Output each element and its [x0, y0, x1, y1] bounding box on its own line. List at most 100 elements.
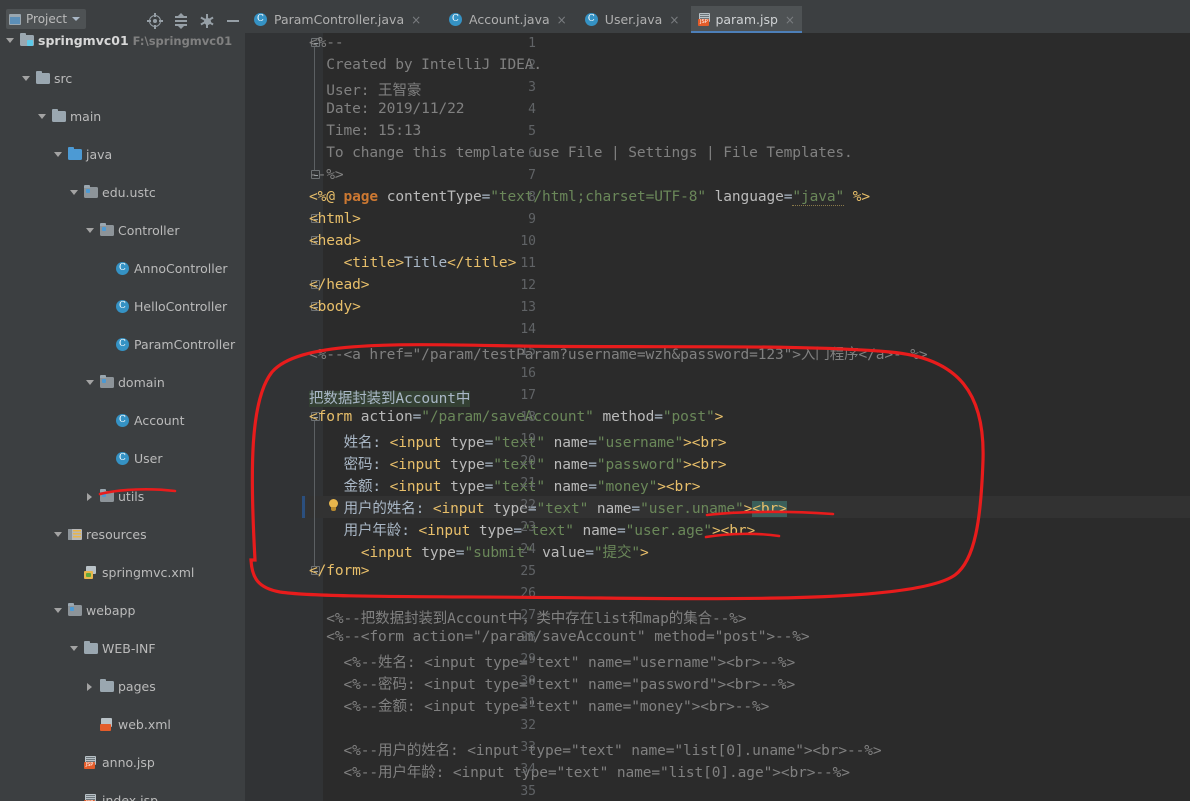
- package-icon: [84, 183, 99, 202]
- tree-item-paramcontroller[interactable]: C ParamController: [0, 335, 245, 354]
- editor-tabstrip[interactable]: C ParamController.java × C Account.java × C Use…: [245, 6, 1190, 33]
- line-number: 5: [528, 124, 536, 139]
- line-number: 4: [528, 102, 536, 117]
- tree-item-label: springmvc.xml: [102, 565, 195, 580]
- tree-item-hellocontroller[interactable]: C HelloController: [0, 297, 245, 316]
- line-number: 22: [520, 498, 536, 513]
- editor-tab-label: User.java: [604, 12, 663, 27]
- editor-tab-label: Account.java: [469, 12, 550, 27]
- tree-item-springmvc01[interactable]: springmvc01 F:\springmvc01: [0, 31, 245, 50]
- tree-item-label: web.xml: [118, 717, 171, 732]
- line-number: 6: [528, 146, 536, 161]
- chevron-down-icon[interactable]: [72, 17, 81, 21]
- chevron-right-icon[interactable]: [86, 487, 96, 506]
- line-number: 8: [528, 190, 536, 205]
- chevron-right-icon[interactable]: [86, 677, 96, 696]
- tree-item-label: HelloController: [134, 299, 228, 314]
- tree-item-webapp[interactable]: webapp: [0, 601, 245, 620]
- chevron-down-icon[interactable]: [86, 373, 96, 392]
- tree-item-index-jsp[interactable]: JSPindex.jsp: [0, 791, 245, 801]
- tree-item-domain[interactable]: domain: [0, 373, 245, 392]
- tree-item-label: pages: [118, 679, 156, 694]
- tree-item-web-inf[interactable]: WEB-INF: [0, 639, 245, 658]
- editor-tab-account-java[interactable]: C Account.java ×: [442, 6, 575, 33]
- editor-tab-user-java[interactable]: C User.java ×: [578, 6, 689, 33]
- tree-item-resources[interactable]: resources: [0, 525, 245, 544]
- tree-item-user[interactable]: C User: [0, 449, 245, 468]
- line-number: 19: [520, 432, 536, 447]
- tree-item-label: index.jsp: [102, 793, 159, 801]
- close-icon[interactable]: ×: [557, 14, 567, 26]
- tree-item-label: Controller: [118, 223, 180, 238]
- code-line: <input type="submit" value="提交">: [360, 545, 649, 561]
- chevron-down-icon[interactable]: [54, 525, 64, 544]
- editor-area: C ParamController.java × C Account.java × C Use…: [245, 0, 1190, 801]
- line-number: 30: [520, 674, 536, 689]
- line-number: 25: [520, 564, 536, 579]
- line-number: 14: [520, 322, 536, 337]
- folder-icon: [52, 107, 67, 126]
- line-number: 23: [520, 520, 536, 535]
- line-number: 31: [520, 696, 536, 711]
- tree-item-springmvc-xml[interactable]: springmvc.xml: [0, 563, 245, 582]
- tree-item-account[interactable]: C Account: [0, 411, 245, 430]
- tree-item-edu-ustc[interactable]: edu.ustc: [0, 183, 245, 202]
- code-line: <%--: [309, 35, 344, 51]
- line-number: 1: [528, 36, 536, 51]
- line-number: 27: [520, 608, 536, 623]
- close-icon[interactable]: ×: [785, 14, 795, 26]
- tree-item-utils[interactable]: utils: [0, 487, 245, 506]
- code-line: <%--<form action="/param/saveAccount" me…: [309, 629, 810, 645]
- line-number: 11: [520, 256, 536, 271]
- project-panel: Project springmvc01 F:\springmvc01 src m…: [0, 0, 245, 801]
- locate-icon[interactable]: [147, 13, 163, 29]
- code-line: <%--金额: <input type="text" name="money">…: [309, 699, 770, 715]
- line-number: 15: [520, 344, 536, 359]
- line-number: 28: [520, 630, 536, 645]
- java-class-icon: C: [116, 259, 131, 278]
- chevron-down-icon[interactable]: [70, 183, 80, 202]
- chevron-down-icon[interactable]: [70, 639, 80, 658]
- xml-icon: [100, 715, 115, 734]
- editor-tab-paramcontroller-java[interactable]: C ParamController.java ×: [247, 6, 439, 33]
- minimize-icon[interactable]: [225, 13, 241, 29]
- chevron-down-icon[interactable]: [38, 107, 48, 126]
- chevron-down-icon[interactable]: [86, 221, 96, 240]
- tree-item-annocontroller[interactable]: C AnnoController: [0, 259, 245, 278]
- line-number: 21: [520, 476, 536, 491]
- tree-item-src[interactable]: src: [0, 69, 245, 88]
- jsp-icon: JSP: [84, 753, 99, 772]
- tree-item-main[interactable]: main: [0, 107, 245, 126]
- package-icon: [100, 221, 115, 240]
- tree-item-anno-jsp[interactable]: JSP anno.jsp: [0, 753, 245, 772]
- chevron-down-icon[interactable]: [22, 69, 32, 88]
- chevron-down-icon[interactable]: [54, 145, 64, 164]
- code-line: <title>Title</title>: [343, 255, 517, 271]
- line-number: 16: [520, 366, 536, 381]
- line-number: 7: [528, 168, 536, 183]
- project-tab[interactable]: Project: [6, 9, 87, 29]
- line-number: 17: [520, 388, 536, 403]
- project-tree[interactable]: springmvc01 F:\springmvc01 src main java edu…: [0, 31, 245, 801]
- collapse-all-icon[interactable]: [173, 13, 189, 29]
- tree-item-web-xml[interactable]: web.xml: [0, 715, 245, 734]
- editor-tab-param-jsp[interactable]: JSP param.jsp ×: [691, 6, 802, 33]
- chevron-down-icon[interactable]: [54, 601, 64, 620]
- jsp-icon: JSP: [84, 791, 99, 801]
- line-number: 26: [520, 586, 536, 601]
- close-icon[interactable]: ×: [669, 14, 679, 26]
- caret-gutter-marker: [302, 496, 305, 518]
- folder-source-icon: [36, 69, 51, 88]
- tree-item-controller[interactable]: Controller: [0, 221, 245, 240]
- code-line: <html>: [309, 211, 361, 227]
- project-window-icon: [9, 13, 21, 25]
- code-line: To change this template use File | Setti…: [309, 145, 853, 161]
- code-line: <%@ page contentType="text/html;charset=…: [309, 189, 871, 206]
- close-icon[interactable]: ×: [411, 14, 421, 26]
- editor-code-area[interactable]: <%-- Created by IntelliJ IDEA. User: 王智豪…: [245, 33, 1190, 801]
- chevron-down-icon[interactable]: [6, 31, 16, 50]
- tree-item-java[interactable]: java: [0, 145, 245, 164]
- gear-icon[interactable]: [199, 13, 215, 29]
- java-class-icon: C: [254, 12, 269, 28]
- tree-item-pages[interactable]: pages: [0, 677, 245, 696]
